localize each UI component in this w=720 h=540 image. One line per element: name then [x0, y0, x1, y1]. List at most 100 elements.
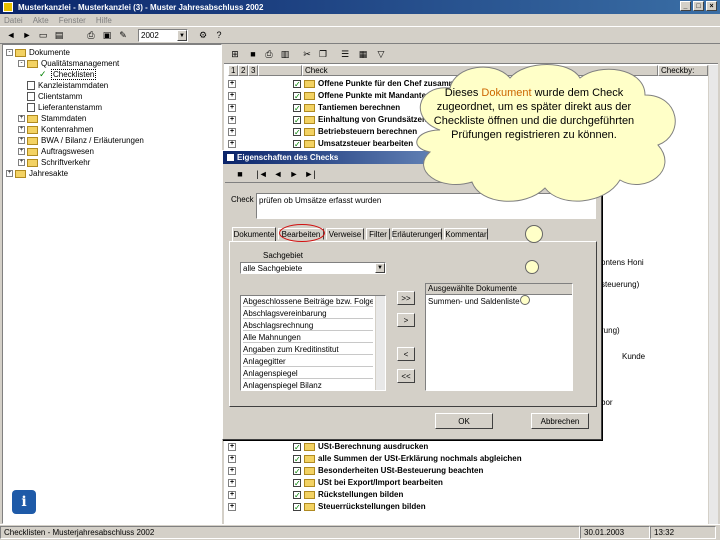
expand-icon[interactable]: + [228, 127, 236, 136]
list-icon[interactable]: ☰ [338, 47, 352, 61]
chevron-down-icon[interactable]: ▼ [177, 30, 187, 41]
tree-item[interactable]: + BWA / Bilanz / Erläuterungen [18, 135, 144, 146]
close-button[interactable]: × [706, 1, 717, 11]
tree-item[interactable]: + Kontenrahmen [18, 124, 93, 135]
remove-all-button[interactable]: << [397, 369, 415, 383]
expand-icon[interactable]: + [228, 115, 236, 124]
tab-dokumente[interactable]: Dokumente [232, 227, 276, 241]
minimize-button[interactable]: _ [680, 1, 691, 11]
done-checkbox[interactable]: ✓ [293, 103, 301, 112]
expand-icon[interactable]: + [228, 478, 236, 487]
checklist-row[interactable]: + ✓ alle Summen der USt-Erklärung nochmals… [228, 453, 522, 464]
expand-icon[interactable]: + [18, 148, 25, 155]
settings-icon[interactable]: ⚙ [196, 28, 210, 42]
available-document-item[interactable]: Abschlagsvereinbarung [243, 308, 373, 319]
expand-icon[interactable]: + [18, 126, 25, 133]
print-icon[interactable]: ⎙ [84, 28, 98, 42]
available-document-item[interactable]: Alle Mahnungen [243, 332, 373, 343]
menu-hilfe[interactable]: Hilfe [96, 16, 112, 25]
done-checkbox[interactable]: ✓ [293, 442, 301, 451]
done-checkbox[interactable]: ✓ [293, 502, 301, 511]
available-document-item[interactable]: Anlagenspiegel Bilanz [243, 380, 373, 390]
tab-erlaeuterungen[interactable]: Erläuterungen [392, 228, 442, 240]
add-button[interactable]: > [397, 313, 415, 327]
help-icon[interactable]: ? [212, 28, 226, 42]
last-record-icon[interactable]: ►| [303, 167, 317, 181]
vertical-scrollbar[interactable] [708, 65, 718, 524]
available-document-item[interactable]: Abschlagsrechnung [243, 320, 373, 331]
expand-icon[interactable]: + [228, 91, 236, 100]
available-document-item[interactable]: Abgeschlossene Beiträge bzw. Folgeprüfun… [243, 296, 373, 307]
edit-icon[interactable]: ✎ [116, 28, 130, 42]
selected-item[interactable]: Summen- und Saldenliste [428, 297, 520, 306]
lock-icon[interactable]: ▥ [278, 47, 292, 61]
print-icon[interactable]: ⎙ [262, 47, 276, 61]
col-1-header[interactable]: 1 [228, 65, 238, 76]
tree-item[interactable]: Kanzleistammdaten [18, 80, 108, 91]
done-checkbox[interactable]: ✓ [293, 127, 301, 136]
done-checkbox[interactable]: ✓ [293, 466, 301, 475]
tree-item[interactable]: Clientstamm [18, 91, 82, 102]
add-all-button[interactable]: >> [397, 291, 415, 305]
checklist-row[interactable]: + ✓ Betriebsteuern berechnen [228, 126, 417, 137]
open-icon[interactable]: ▤ [52, 28, 66, 42]
tree-item[interactable]: Lieferantenstamm [18, 102, 102, 113]
maximize-button[interactable]: □ [693, 1, 704, 11]
chevron-down-icon[interactable]: ▼ [375, 263, 385, 273]
expand-icon[interactable]: + [228, 502, 236, 511]
expand-icon[interactable]: + [18, 137, 25, 144]
expand-icon[interactable]: + [6, 170, 13, 177]
tree-item[interactable]: + Jahresakte [6, 168, 68, 179]
available-document-item[interactable]: Anlagenspiegel [243, 368, 373, 379]
copy-icon[interactable]: ❐ [316, 47, 330, 61]
menu-fenster[interactable]: Fenster [59, 16, 86, 25]
tree-item[interactable]: - Qualitätsmanagement [18, 58, 119, 69]
tab-verweise[interactable]: Verweise [326, 228, 364, 240]
new-icon[interactable]: ▭ [36, 28, 50, 42]
back-icon[interactable]: ◄ [4, 28, 18, 42]
expand-icon[interactable]: + [228, 103, 236, 112]
filter-icon[interactable]: ▽ [374, 47, 388, 61]
dialog-save-icon[interactable]: ■ [233, 167, 247, 181]
expand-icon[interactable]: + [228, 466, 236, 475]
menu-akte[interactable]: Akte [33, 16, 49, 25]
cut-icon[interactable]: ✂ [300, 47, 314, 61]
available-documents-list[interactable]: Abgeschlossene Beiträge bzw. Folgeprüfun… [240, 295, 386, 391]
cancel-button[interactable]: Abbrechen [531, 413, 589, 429]
first-record-icon[interactable]: |◄ [255, 167, 269, 181]
forward-icon[interactable]: ► [20, 28, 34, 42]
year-select[interactable]: 2002 ▼ [138, 29, 188, 42]
done-checkbox[interactable]: ✓ [293, 139, 301, 148]
info-icon[interactable]: i [12, 490, 36, 514]
tree-item[interactable]: ✓ Checklisten [30, 69, 97, 80]
done-checkbox[interactable]: ✓ [293, 454, 301, 463]
tab-filter[interactable]: Filter [366, 228, 390, 240]
sachgebiet-select[interactable]: alle Sachgebiete ▼ [240, 262, 386, 274]
tree-item[interactable]: + Schriftverkehr [18, 157, 90, 168]
done-checkbox[interactable]: ✓ [293, 490, 301, 499]
expand-icon[interactable]: + [18, 115, 25, 122]
expand-icon[interactable]: + [228, 454, 236, 463]
ok-button[interactable]: OK [435, 413, 493, 429]
tab-kommentar[interactable]: Kommentar [444, 228, 488, 240]
checklist-row[interactable]: + ✓ USt-Berechnung ausdrucken [228, 441, 428, 452]
done-checkbox[interactable]: ✓ [293, 478, 301, 487]
col-3-header[interactable]: 3 [248, 65, 258, 76]
checklist-row[interactable]: + ✓ Tantiemen berechnen [228, 102, 400, 113]
done-checkbox[interactable]: ✓ [293, 91, 301, 100]
checklist-row[interactable]: + ✓ Besonderheiten USt-Besteuerung beachte… [228, 465, 483, 476]
tree-item[interactable]: + Auftragswesen [18, 146, 94, 157]
checklist-row[interactable]: + ✓ Steuerrückstellungen bilden [228, 501, 426, 512]
available-document-item[interactable]: Anlagegitter [243, 356, 373, 367]
collapse-icon[interactable]: - [6, 49, 13, 56]
collapse-icon[interactable]: - [18, 60, 25, 67]
expand-icon[interactable]: + [18, 159, 25, 166]
expand-icon[interactable]: + [228, 79, 236, 88]
selected-documents-list[interactable]: Ausgewählte Dokumente Summen- und Salden… [425, 283, 573, 391]
col-2-header[interactable]: 2 [238, 65, 248, 76]
save-icon[interactable]: ■ [246, 47, 260, 61]
properties-icon[interactable]: ▦ [356, 47, 370, 61]
tree-icon[interactable]: ⊞ [228, 47, 242, 61]
done-checkbox[interactable]: ✓ [293, 79, 301, 88]
next-record-icon[interactable]: ► [287, 167, 301, 181]
